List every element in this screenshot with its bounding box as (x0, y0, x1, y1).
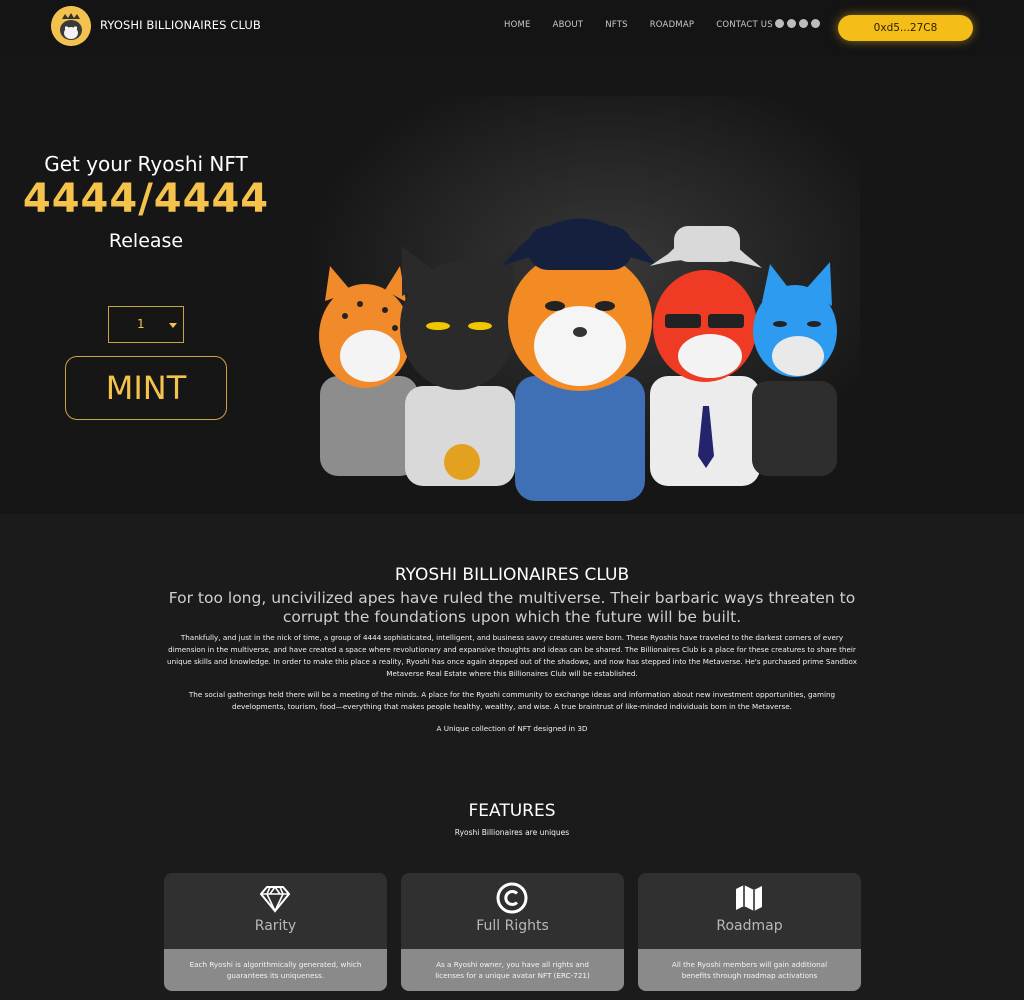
menu-nfts[interactable]: NFTS (605, 20, 628, 30)
card-description: As a Ryoshi owner, you have all rights a… (401, 949, 624, 991)
card-title: Full Rights (476, 918, 549, 934)
feature-card-roadmap: Roadmap All the Ryoshi members will gain… (638, 873, 861, 991)
map-icon (736, 885, 762, 911)
card-header: Full Rights (401, 873, 624, 949)
main-menu: HOME ABOUT NFTS ROADMAP CONTACT US (504, 20, 795, 30)
about-paragraph-3: A Unique collection of NFT designed in 3… (436, 724, 588, 733)
social-links (775, 19, 820, 28)
about-paragraph-2: The social gatherings held there will be… (188, 690, 836, 711)
card-header: Roadmap (638, 873, 861, 949)
card-description: All the Ryoshi members will gain additio… (638, 949, 861, 991)
card-header: Rarity (164, 873, 387, 949)
club-logo[interactable] (51, 6, 91, 46)
card-title: Rarity (254, 918, 297, 934)
menu-roadmap[interactable]: ROADMAP (650, 20, 694, 30)
mint-button[interactable]: MINT (65, 356, 227, 420)
quantity-select[interactable]: 1 (108, 306, 184, 343)
caret-down-icon (169, 323, 177, 328)
menu-about[interactable]: ABOUT (553, 20, 584, 30)
brand-name[interactable]: RYOSHI BILLIONAIRES CLUB (100, 18, 261, 32)
menu-home[interactable]: HOME (504, 20, 531, 30)
tiger-character (502, 218, 658, 501)
hero-heading: Get your Ryoshi NFT (44, 152, 248, 176)
about-paragraph-1: Thankfully, and just in the nick of time… (167, 633, 857, 678)
twitter-icon[interactable] (799, 19, 808, 28)
top-navbar: RYOSHI BILLIONAIRES CLUB HOME ABOUT NFTS… (0, 0, 1024, 56)
quantity-value: 1 (137, 317, 145, 331)
feature-card-full-rights: Full Rights As a Ryoshi owner, you have … (401, 873, 624, 991)
leopard-character (319, 266, 418, 476)
reddit-icon[interactable] (775, 19, 784, 28)
telegram-icon[interactable] (811, 19, 820, 28)
diamond-icon (259, 886, 291, 913)
features-title: FEATURES (468, 801, 556, 821)
about-title: RYOSHI BILLIONAIRES CLUB (394, 565, 630, 585)
mint-count: 4444/4444 (22, 176, 270, 222)
release-label: Release (108, 230, 184, 252)
copyright-icon (496, 882, 528, 914)
blue-fox-character (752, 262, 837, 476)
feature-card-rarity: Rarity Each Ryoshi is algorithmically ge… (164, 873, 387, 991)
character-lineup-image (290, 206, 850, 506)
red-fox-character (650, 226, 762, 486)
discord-icon[interactable] (787, 19, 796, 28)
card-title: Roadmap (716, 918, 783, 934)
wallet-button[interactable]: 0xd5...27C8 (838, 15, 973, 41)
hero-section: Get your Ryoshi NFT 4444/4444 Release 1 … (0, 56, 1024, 514)
card-description: Each Ryoshi is algorithmically generated… (164, 949, 387, 991)
black-cat-character (400, 246, 516, 486)
about-subtitle: For too long, uncivilized apes have rule… (168, 589, 856, 626)
menu-contact-us[interactable]: CONTACT US (716, 20, 773, 30)
features-subtitle: Ryoshi Billionaires are uniques (454, 828, 570, 837)
